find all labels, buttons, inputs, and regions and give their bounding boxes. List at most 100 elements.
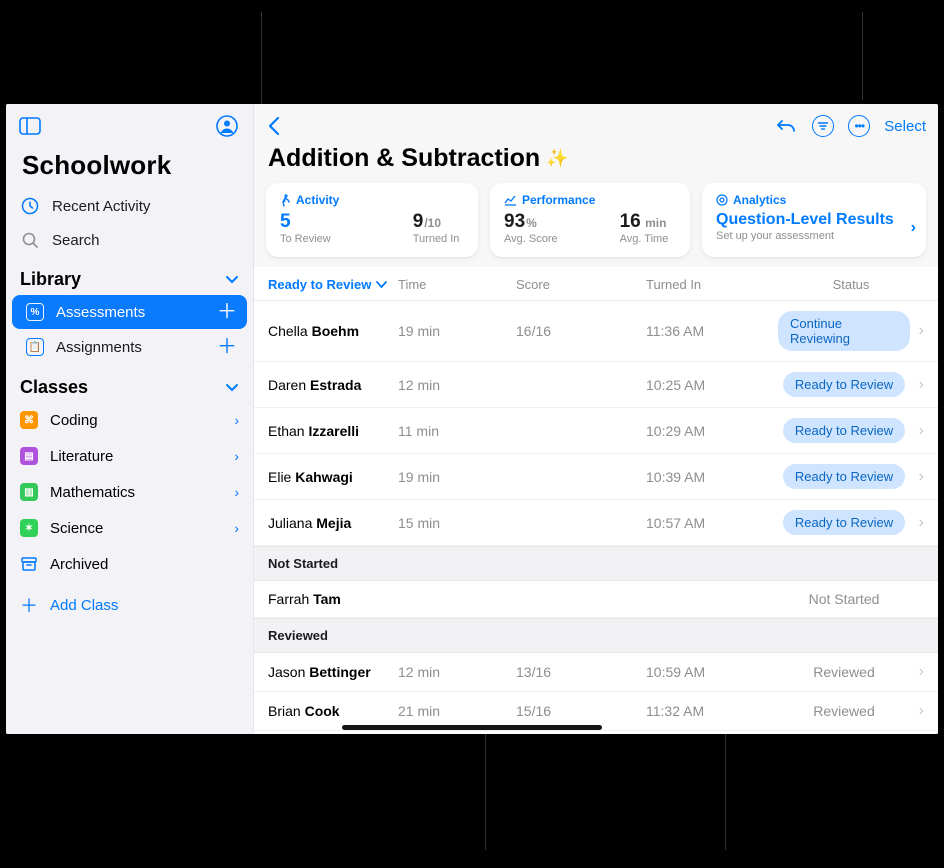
student-name: Chella Boehm	[268, 323, 398, 339]
sidebar-item-assignments[interactable]: 📋Assignments＋	[12, 330, 247, 364]
table-row[interactable]: Elie Kahwagi19 min10:39 AMReady to Revie…	[254, 454, 938, 500]
chevron-down-icon	[376, 281, 387, 289]
table-row[interactable]: Juliana Mejia15 min10:57 AMReady to Revi…	[254, 500, 938, 546]
cell-turned-in: 11:36 AM	[646, 323, 778, 339]
table-row[interactable]: Daren Estrada12 min10:25 AMReady to Revi…	[254, 362, 938, 408]
table-row[interactable]: Ethan Izzarelli11 min10:29 AMReady to Re…	[254, 408, 938, 454]
status-badge[interactable]: Ready to Review	[783, 418, 905, 443]
class-badge-icon: ✶	[20, 519, 38, 537]
cell-status: Reviewed	[778, 664, 910, 680]
cell-time: 15 min	[398, 515, 516, 531]
student-name: Farrah Tam	[268, 591, 398, 607]
filter-icon[interactable]	[812, 115, 834, 137]
student-name: Ethan Izzarelli	[268, 423, 398, 439]
cell-turned-in: 10:59 AM	[646, 664, 778, 680]
more-icon[interactable]: •••	[848, 115, 870, 137]
sidebar-item-assessments[interactable]: %Assessments＋	[12, 295, 247, 329]
sort-ready-to-review[interactable]: Ready to Review	[268, 277, 398, 292]
cell-turned-in: 10:29 AM	[646, 423, 778, 439]
analytics-title: Question-Level Results	[716, 211, 912, 229]
home-indicator[interactable]	[342, 725, 602, 730]
sidebar-item-label: Science	[50, 520, 103, 537]
sidebar-item-search[interactable]: Search	[6, 223, 253, 257]
page-title-text: Addition & Subtraction	[268, 144, 540, 173]
student-name: Jason Bettinger	[268, 664, 398, 680]
account-icon[interactable]	[215, 114, 239, 138]
sidebar-item-science[interactable]: ✶ Science ›	[6, 510, 253, 546]
cell-time: 21 min	[398, 703, 516, 719]
plus-icon[interactable]: ＋	[217, 338, 237, 356]
classes-header[interactable]: Classes	[6, 365, 253, 402]
status-badge[interactable]: Ready to Review	[783, 372, 905, 397]
table-row[interactable]: Jason Bettinger12 min13/1610:59 AM Review…	[254, 653, 938, 692]
cell-status: Ready to Review	[778, 464, 910, 489]
chevron-right-icon: ›	[910, 663, 924, 681]
sidebar-item-label: Recent Activity	[52, 198, 150, 215]
sidebar-item-label: Search	[52, 232, 100, 249]
card-head-label: Performance	[522, 193, 595, 207]
chevron-right-icon: ›	[910, 468, 924, 486]
header-score[interactable]: Score	[516, 277, 646, 292]
cell-time: 12 min	[398, 664, 516, 680]
chevron-right-icon: ›	[911, 219, 916, 237]
sidebar-item-coding[interactable]: ⌘Coding›	[6, 402, 253, 438]
sidebar-item-label: Literature	[50, 448, 113, 465]
turned-in-label: Turned In	[413, 233, 460, 245]
chevron-right-icon: ›	[234, 412, 239, 428]
sidebar-item-archived[interactable]: Archived	[6, 546, 253, 582]
sidebar: Schoolwork Recent Activity Search Librar…	[6, 104, 254, 734]
chevron-down-icon	[225, 383, 239, 393]
sidebar-item-label: Archived	[50, 556, 108, 573]
class-badge-icon: ▥	[20, 483, 38, 501]
avg-time-label: Avg. Time	[620, 233, 669, 245]
sidebar-item-mathematics[interactable]: ▥Mathematics›	[6, 474, 253, 510]
chevron-right-icon: ›	[910, 322, 924, 340]
student-name: Daren Estrada	[268, 377, 398, 393]
back-button[interactable]	[262, 114, 286, 138]
sparkle-icon: ✨	[546, 148, 568, 169]
header-time[interactable]: Time	[398, 277, 516, 292]
add-class-button[interactable]: ＋ Add Class	[6, 582, 253, 628]
cell-score: 16/16	[516, 323, 646, 339]
add-class-label: Add Class	[50, 597, 118, 614]
analytics-card[interactable]: Analytics Question-Level Results Set up …	[702, 183, 926, 257]
chevron-right-icon: ›	[234, 520, 239, 536]
cell-status: Reviewed	[778, 703, 910, 719]
avg-time-suffix: min	[642, 216, 667, 230]
class-badge-icon: ▤	[20, 447, 38, 465]
status-badge[interactable]: Continue Reviewing	[778, 311, 910, 351]
chevron-right-icon: ›	[234, 484, 239, 500]
select-button[interactable]: Select	[884, 118, 926, 135]
group-header: Not Started	[254, 546, 938, 581]
cell-score: 13/16	[516, 664, 646, 680]
status-badge[interactable]: Ready to Review	[783, 464, 905, 489]
sidebar-item-recent[interactable]: Recent Activity	[6, 189, 253, 223]
undo-icon[interactable]	[774, 114, 798, 138]
library-header[interactable]: Library	[6, 257, 253, 294]
sidebar-toggle-icon[interactable]	[18, 114, 42, 138]
avg-score-label: Avg. Score	[504, 233, 558, 245]
to-review-value: 5	[280, 211, 291, 232]
table-row[interactable]: Chella Boehm19 min16/1611:36 AMContinue …	[254, 301, 938, 362]
class-badge-icon: ⌘	[20, 411, 38, 429]
chevron-down-icon	[225, 275, 239, 285]
student-name: Elie Kahwagi	[268, 469, 398, 485]
chevron-right-icon: ›	[910, 422, 924, 440]
status-badge[interactable]: Ready to Review	[783, 510, 905, 535]
table-row[interactable]: Farrah TamNot Started	[254, 581, 938, 618]
person-walk-icon	[280, 194, 291, 207]
search-icon	[20, 231, 40, 249]
header-turned-in[interactable]: Turned In	[646, 277, 778, 292]
header-label: Ready to Review	[268, 277, 371, 292]
avg-score-suffix: %	[526, 216, 537, 230]
plus-icon: ＋	[20, 592, 38, 618]
archive-icon	[20, 555, 38, 573]
cell-score: 15/16	[516, 703, 646, 719]
avg-time-value: 16	[620, 211, 641, 232]
plus-icon[interactable]: ＋	[217, 303, 237, 321]
sidebar-item-literature[interactable]: ▤Literature›	[6, 438, 253, 474]
target-icon	[716, 194, 728, 206]
status-text: Reviewed	[813, 664, 874, 680]
student-name: Brian Cook	[268, 703, 398, 719]
cell-status: Ready to Review	[778, 372, 910, 397]
